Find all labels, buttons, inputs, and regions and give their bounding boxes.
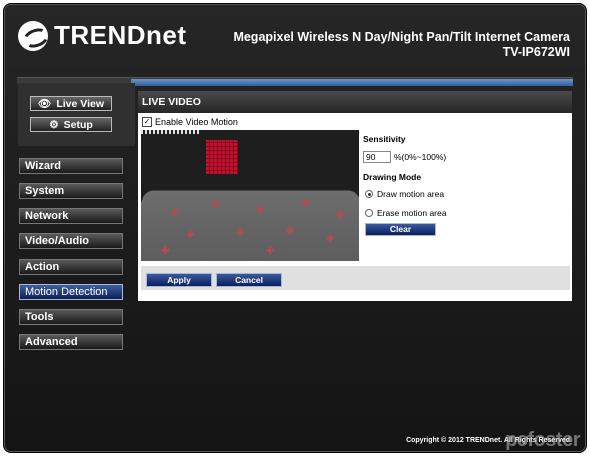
enable-video-motion[interactable]: ✓ Enable Video Motion [142, 117, 238, 127]
erase-label: Erase motion area [377, 208, 447, 218]
nav-label: Action [25, 261, 60, 273]
nav-label: Tools [25, 311, 54, 323]
pattern-mark: ✚ [301, 198, 310, 209]
pattern-mark: ✚ [211, 200, 220, 211]
erase-radio[interactable] [365, 209, 373, 217]
logo-icon [18, 20, 48, 51]
pattern-mark: ✚ [266, 246, 275, 257]
nav-network[interactable]: Network [19, 208, 123, 224]
nav-label: System [25, 185, 65, 197]
pattern-mark: ✚ [336, 210, 345, 221]
pattern-mark: ✚ [161, 246, 170, 257]
watermark: pcfoster [505, 429, 580, 451]
product-title: Megapixel Wireless N Day/Night Pan/Tilt … [233, 30, 570, 60]
sensitivity-input[interactable]: 90 [363, 151, 391, 163]
setup-label: Setup [63, 118, 93, 131]
live-view-label: Live View [56, 97, 104, 110]
nav-label: Wizard [25, 160, 61, 172]
nav-system[interactable]: System [19, 183, 123, 199]
enable-checkbox[interactable]: ✓ [142, 117, 152, 127]
pattern-mark: ✚ [236, 228, 245, 239]
panel-title: LIVE VIDEO [138, 91, 572, 113]
video-scene [141, 190, 359, 261]
nav-label: Video/Audio [25, 235, 89, 247]
product-model: TV-IP672WI [502, 45, 570, 59]
nav-label: Advanced [25, 336, 78, 348]
nav-label: Network [25, 210, 69, 222]
nav-motion-detection[interactable]: Motion Detection [19, 284, 123, 300]
pattern-mark: ✚ [286, 226, 295, 237]
enable-label: Enable Video Motion [155, 117, 238, 127]
sensitivity-row: 90 %(0%~100%) [363, 151, 446, 163]
motion-area-grid[interactable] [206, 140, 238, 174]
apply-button[interactable]: Apply [146, 273, 212, 287]
drawing-mode-label: Drawing Mode [363, 172, 422, 182]
clear-button[interactable]: Clear [365, 223, 436, 236]
pattern-mark: ✚ [186, 230, 195, 241]
draw-motion-option[interactable]: Draw motion area [365, 189, 444, 199]
logo-text: TRENDnet [54, 20, 187, 50]
trendnet-logo: TRENDnet [18, 20, 187, 51]
live-view-button[interactable]: 👁 Live View [30, 96, 112, 111]
video-grid-marks [141, 130, 199, 134]
content-topbar [131, 79, 573, 86]
nav-tools[interactable]: Tools [19, 309, 123, 325]
draw-label: Draw motion area [377, 189, 445, 199]
draw-radio[interactable] [365, 190, 373, 198]
gear-icon: ⚙ [49, 118, 59, 131]
pattern-mark: ✚ [256, 205, 265, 216]
nav-wizard[interactable]: Wizard [19, 158, 123, 174]
cancel-button[interactable]: Cancel [216, 273, 282, 287]
eye-icon: 👁 [37, 98, 52, 110]
motion-detection-panel: LIVE VIDEO ✓ Enable Video Motion ✚ ✚ ✚ ✚… [138, 91, 572, 301]
nav-video-audio[interactable]: Video/Audio [19, 233, 123, 249]
nav-advanced[interactable]: Advanced [19, 334, 123, 350]
pattern-mark: ✚ [171, 208, 180, 219]
motion-settings: Sensitivity 90 %(0%~100%) Drawing Mode D… [363, 134, 568, 236]
nav-label: Motion Detection [25, 286, 108, 298]
sensitivity-label: Sensitivity [363, 134, 406, 144]
view-switcher: 👁 Live View ⚙ Setup [18, 83, 135, 146]
app-frame: TRENDnet Megapixel Wireless N Day/Night … [3, 3, 587, 453]
nav-action[interactable]: Action [19, 259, 123, 275]
erase-motion-option[interactable]: Erase motion area [365, 208, 446, 218]
header: TRENDnet Megapixel Wireless N Day/Night … [4, 4, 586, 66]
sensitivity-range: %(0%~100%) [394, 152, 447, 162]
setup-button[interactable]: ⚙ Setup [30, 117, 112, 132]
pattern-mark: ✚ [326, 234, 335, 245]
live-video-feed[interactable]: ✚ ✚ ✚ ✚ ✚ ✚ ✚ ✚ ✚ ✚ ✚ [141, 130, 359, 261]
product-name: Megapixel Wireless N Day/Night Pan/Tilt … [233, 30, 570, 44]
